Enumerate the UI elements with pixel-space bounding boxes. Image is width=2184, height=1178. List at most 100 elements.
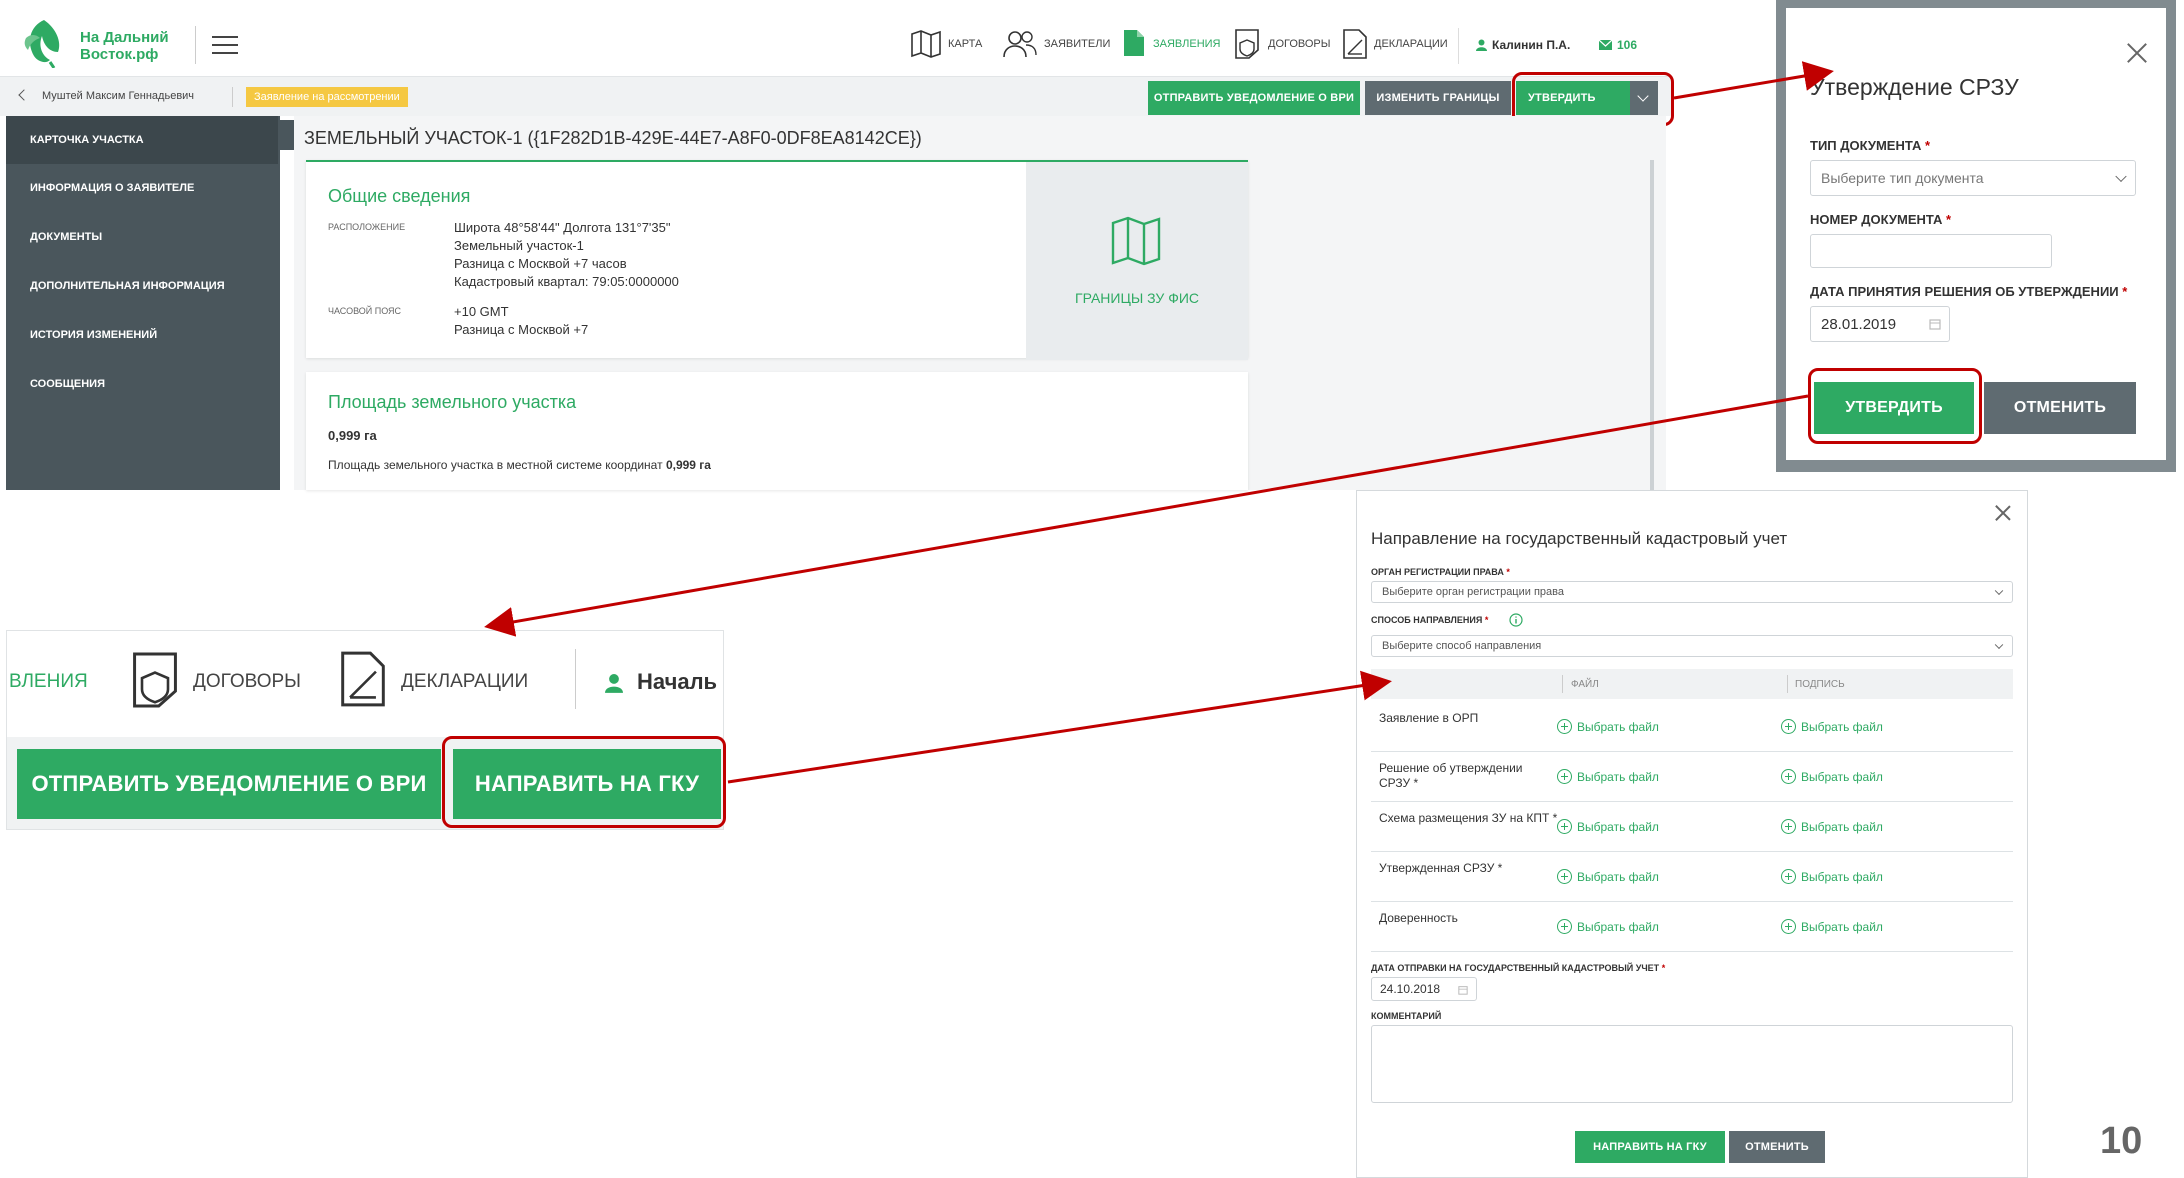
doc-type-select[interactable]: Выберите тип документа	[1810, 160, 2136, 196]
col-divider	[1787, 675, 1788, 693]
method-label: СПОСОБ НАПРАВЛЕНИЯ *	[1371, 615, 1489, 625]
logo-icon[interactable]	[20, 16, 68, 68]
comment-textarea[interactable]	[1371, 1025, 2013, 1103]
zoom-notify-button[interactable]: ОТПРАВИТЬ УВЕДОМЛЕНИЕ О ВРИ	[17, 749, 441, 819]
menu-icon[interactable]	[212, 36, 238, 54]
doc-type-label: ТИП ДОКУМЕНТА *	[1810, 138, 1931, 153]
user-icon	[1476, 39, 1487, 51]
choose-file-link[interactable]: Выбрать файл	[1557, 719, 1659, 734]
close-icon[interactable]	[2126, 42, 2148, 64]
location-line: Кадастровый квартал: 79:05:0000000	[454, 274, 679, 289]
location-label: РАСПОЛОЖЕНИЕ	[328, 222, 406, 232]
gku-cancel-button[interactable]: ОТМЕНИТЬ	[1729, 1131, 1825, 1163]
doc-number-input[interactable]	[1810, 234, 2052, 268]
logo-text-line2: Восток.рф	[80, 46, 159, 63]
zoom-nav-contracts[interactable]: ДОГОВОРЫ	[193, 671, 301, 693]
sidebar-item-messages[interactable]: СООБЩЕНИЯ	[6, 360, 278, 408]
highlight-send-gku	[442, 736, 726, 828]
document-icon	[1124, 30, 1144, 56]
sidebar-collapse-toggle[interactable]	[280, 120, 294, 150]
declaration-icon	[341, 651, 385, 707]
file-row-label: Решение об утверждении СРЗУ *	[1379, 761, 1523, 790]
send-gku-button[interactable]: НАПРАВИТЬ НА ГКУ	[1575, 1131, 1725, 1163]
change-borders-button[interactable]: ИЗМЕНИТЬ ГРАНИЦЫ	[1365, 81, 1511, 115]
map-caption: ГРАНИЦЫ ЗУ ФИС	[1074, 290, 1200, 306]
choose-sign-link[interactable]: Выбрать файл	[1781, 719, 1883, 734]
plus-circle-icon	[1557, 719, 1572, 734]
method-select[interactable]: Выберите способ направления	[1371, 635, 2013, 657]
map-borders-panel[interactable]: ГРАНИЦЫ ЗУ ФИС	[1026, 162, 1248, 360]
choose-sign-link[interactable]: Выбрать файл	[1781, 769, 1883, 784]
nav-declarations[interactable]: ДЕКЛАРАЦИИ	[1374, 38, 1448, 50]
sidebar-item-applicant[interactable]: ИНФОРМАЦИЯ О ЗАЯВИТЕЛЕ	[6, 164, 278, 212]
notify-button[interactable]: ОТПРАВИТЬ УВЕДОМЛЕНИЕ О ВРИ	[1148, 81, 1360, 115]
sidebar-item-documents[interactable]: ДОКУМЕНТЫ	[6, 213, 278, 261]
messages-count[interactable]: 106	[1617, 38, 1637, 52]
contract-icon	[1235, 29, 1259, 59]
area-value: 0,999 га	[328, 428, 377, 443]
chevron-left-icon[interactable]	[18, 89, 30, 101]
plus-circle-icon	[1557, 819, 1572, 834]
close-icon[interactable]	[1995, 505, 2011, 521]
nav-applicants[interactable]: ЗАЯВИТЕЛИ	[1044, 38, 1110, 50]
plus-circle-icon	[1781, 769, 1796, 784]
choose-file-link[interactable]: Выбрать файл	[1557, 819, 1659, 834]
plus-circle-icon	[1557, 869, 1572, 884]
calendar-icon[interactable]	[1458, 985, 1468, 995]
row-separator	[1371, 801, 2013, 802]
highlight-srzu-approve	[1808, 368, 1982, 444]
zoom-user-name[interactable]: Началь	[637, 669, 717, 695]
col-sign-header: ПОДПИСЬ	[1795, 679, 1845, 690]
nav-map[interactable]: КАРТА	[948, 38, 982, 50]
send-date-input[interactable]: 24.10.2018	[1371, 977, 1477, 1001]
org-select[interactable]: Выберите орган регистрации права	[1371, 581, 2013, 603]
approval-date-input[interactable]: 28.01.2019	[1810, 306, 1950, 342]
timezone-line: +10 GMT	[454, 304, 509, 319]
gku-title: Направление на государственный кадастров…	[1371, 529, 1788, 548]
choose-file-link[interactable]: Выбрать файл	[1557, 869, 1659, 884]
plus-circle-icon	[1557, 769, 1572, 784]
divider	[575, 649, 576, 709]
choose-file-link[interactable]: Выбрать файл	[1557, 769, 1659, 784]
info-icon[interactable]	[1509, 613, 1523, 627]
chevron-down-icon	[2115, 170, 2127, 183]
location-line: Разница с Москвой +7 часов	[454, 256, 627, 271]
choose-file-link[interactable]: Выбрать файл	[1557, 919, 1659, 934]
general-heading: Общие сведения	[328, 186, 471, 206]
file-row-label: Заявление в ОРП	[1379, 711, 1479, 725]
user-name[interactable]: Калинин П.А.	[1492, 38, 1570, 52]
sidebar: КАРТОЧКА УЧАСТКА ИНФОРМАЦИЯ О ЗАЯВИТЕЛЕ …	[6, 116, 280, 490]
approval-date-label: ДАТА ПРИНЯТИЯ РЕШЕНИЯ ОБ УТВЕРЖДЕНИИ *	[1810, 284, 2128, 299]
method-placeholder: Выберите способ направления	[1382, 640, 1542, 652]
subbar: Муштей Максим Геннадьевич Заявление на р…	[0, 76, 1672, 116]
nav-applications[interactable]: ЗАЯВЛЕНИЯ	[1153, 38, 1221, 50]
mail-icon	[1599, 40, 1612, 50]
sidebar-item-history[interactable]: ИСТОРИЯ ИЗМЕНЕНИЙ	[6, 311, 278, 359]
divider	[195, 26, 196, 64]
calendar-icon[interactable]	[1929, 318, 1941, 330]
choose-sign-link[interactable]: Выбрать файл	[1781, 919, 1883, 934]
header: На Дальний Восток.рф КАРТА ЗАЯВИТЕЛИ ЗАЯ…	[0, 0, 1672, 76]
area-local-value: 0,999 га	[665, 458, 711, 472]
send-date-label: ДАТА ОТПРАВКИ НА ГОСУДАРСТВЕННЫЙ КАДАСТР…	[1371, 963, 1666, 973]
plus-circle-icon	[1557, 919, 1572, 934]
app-screenshot: На Дальний Восток.рф КАРТА ЗАЯВИТЕЛИ ЗАЯ…	[0, 0, 1674, 490]
back-link[interactable]: Муштей Максим Геннадьевич	[42, 90, 194, 102]
timezone-label: ЧАСОВОЙ ПОЯС	[328, 306, 402, 316]
chevron-down-icon	[1994, 586, 2004, 596]
plus-circle-icon	[1781, 869, 1796, 884]
row-separator	[1371, 951, 2013, 952]
plus-circle-icon	[1781, 919, 1796, 934]
choose-sign-link[interactable]: Выбрать файл	[1781, 819, 1883, 834]
org-label: ОРГАН РЕГИСТРАЦИИ ПРАВА *	[1371, 567, 1510, 577]
comment-label: КОММЕНТАРИЙ	[1371, 1011, 1442, 1021]
nav-contracts[interactable]: ДОГОВОРЫ	[1268, 38, 1331, 50]
zoom-nav-applications[interactable]: ВЛЕНИЯ	[9, 671, 88, 693]
map-icon	[911, 30, 941, 58]
zoom-nav-declarations[interactable]: ДЕКЛАРАЦИИ	[401, 671, 528, 693]
srzu-cancel-button[interactable]: ОТМЕНИТЬ	[1984, 382, 2136, 434]
choose-sign-link[interactable]: Выбрать файл	[1781, 869, 1883, 884]
sidebar-item-additional[interactable]: ДОПОЛНИТЕЛЬНАЯ ИНФОРМАЦИЯ	[6, 262, 278, 310]
sidebar-item-card[interactable]: КАРТОЧКА УЧАСТКА	[6, 116, 278, 164]
scrollbar[interactable]	[1650, 160, 1654, 490]
